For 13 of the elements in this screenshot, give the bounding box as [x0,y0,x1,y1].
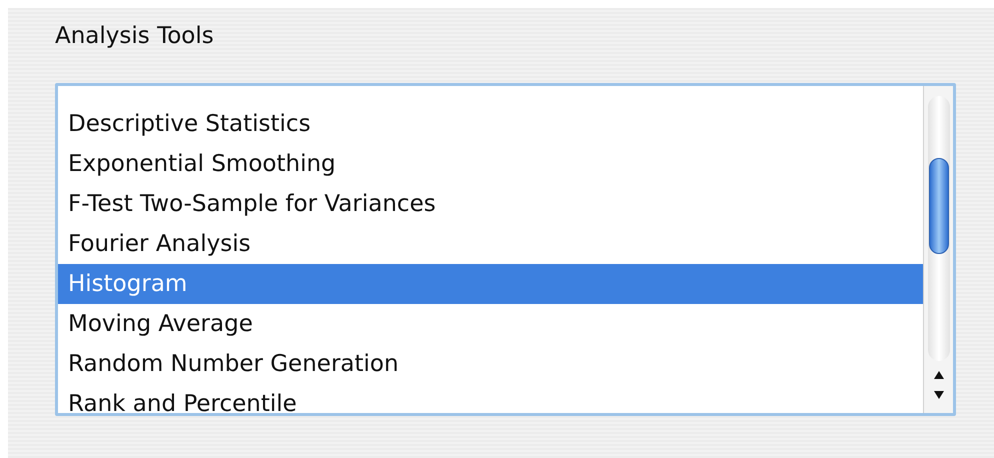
scroll-down-arrow-icon[interactable] [934,391,944,399]
list-item[interactable]: Histogram [58,264,923,304]
scroll-up-arrow-icon[interactable] [934,371,944,379]
list-item[interactable]: Moving Average [58,304,923,344]
group-label: Analysis Tools [55,22,214,50]
scroll-thumb[interactable] [928,158,948,254]
scrollbar[interactable] [923,86,953,413]
list-item[interactable]: Descriptive Statistics [58,104,923,144]
list-item[interactable]: Rank and Percentile [58,384,923,413]
list-item[interactable]: Exponential Smoothing [58,144,923,184]
list-item[interactable]: F-Test Two-Sample for Variances [58,184,923,224]
list-item[interactable]: Fourier Analysis [58,224,923,264]
list-item[interactable]: Random Number Generation [58,344,923,384]
